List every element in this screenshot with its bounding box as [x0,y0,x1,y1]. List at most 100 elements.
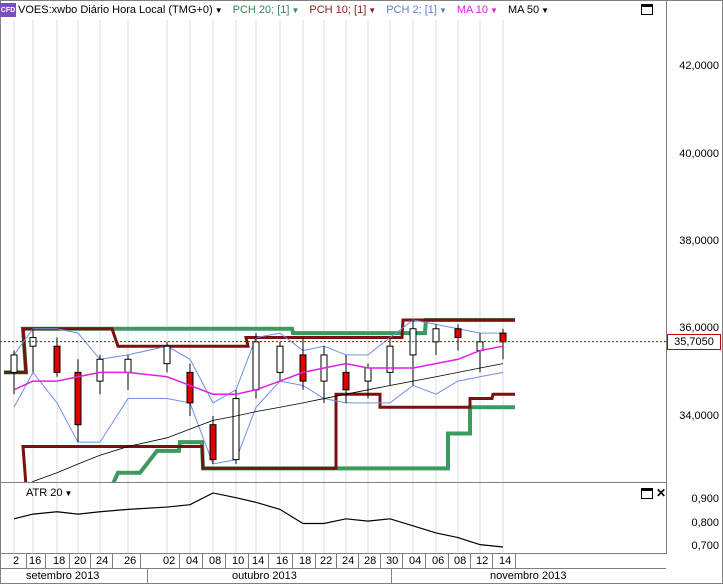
price-tick: 42,0000 [679,60,719,72]
chevron-down-icon: ▼ [291,5,300,15]
price-chart [0,20,666,482]
instrument-label: VOES:xwbo Diário Hora Local (TMG+0) [18,4,213,16]
day-separator [380,554,381,568]
day-tick: 04 [186,555,199,567]
day-tick: 08 [209,555,222,567]
chevron-down-icon: ▼ [214,5,223,15]
indicator-ma50[interactable]: MA 50 ▼ [508,4,549,16]
price-tick: 36,0000 [679,322,719,334]
candle-body [124,358,132,373]
day-tick: 30 [386,555,399,567]
candle-body [454,328,462,338]
month-axis: setembro 2013 outubro 2013 novembro 2013 [0,569,666,583]
day-tick: 22 [320,555,333,567]
indicator-label: MA 50 [507,4,540,16]
atr-chart [13,483,504,553]
day-tick: 14 [252,555,265,567]
candle-body [232,398,240,461]
candle-body [252,341,260,391]
candle-body [163,345,171,365]
candle-body [499,332,507,343]
chevron-down-icon: ▼ [64,488,73,498]
atr-tick: 0,700 [691,540,719,552]
day-separator [515,554,516,568]
time-axis[interactable]: 2 16 18 20 24 26 02 04 08 10 14 16 18 22 24 28 30 04 06 08 1… [0,554,666,569]
atr-tick: 0,800 [691,517,719,529]
day-separator [112,554,113,568]
day-tick: 14 [499,555,512,567]
atr-selector[interactable]: ATR 20 ▼ [26,487,72,499]
candle-body [276,345,284,373]
cfd-badge-icon: CFD [0,3,16,17]
maximize-pane-icon[interactable] [641,488,653,499]
instrument-selector[interactable]: VOES:xwbo Diário Hora Local (TMG+0) ▼ [18,4,223,16]
price-tick: 38,0000 [679,235,719,247]
candle-body [209,424,217,461]
chevron-down-icon: ▼ [368,5,377,15]
day-separator [90,554,91,568]
candle-body [53,345,61,373]
candle-body [432,328,440,343]
day-separator [268,554,269,568]
day-tick: 16 [29,555,42,567]
day-tick: 26 [124,555,137,567]
day-tick: 24 [342,555,355,567]
day-tick: 18 [299,555,312,567]
day-separator [225,554,226,568]
price-axis[interactable]: 42,0000 40,0000 38,0000 36,0000 34,0000 [667,0,723,482]
close-icon[interactable]: ✕ [656,487,666,499]
atr-line [13,492,504,548]
month-separator [391,569,392,583]
atr-label: ATR 20 [26,487,63,499]
day-separator [292,554,293,568]
month-label: setembro 2013 [26,570,100,582]
chart-legend: CFD VOES:xwbo Diário Hora Local (TMG+0) ▼… [0,2,559,18]
indicator-pch20[interactable]: PCH 20; [1] ▼ [233,4,300,16]
chevron-down-icon: ▼ [438,5,447,15]
day-separator [358,554,359,568]
day-separator [26,554,27,568]
day-tick: 24 [96,555,109,567]
day-tick: 04 [409,555,422,567]
current-price-label: 35,7050 [667,334,721,350]
day-tick: 18 [53,555,66,567]
chevron-down-icon: ▼ [541,5,550,15]
day-separator [45,554,46,568]
day-tick: 08 [454,555,467,567]
month-label: novembro 2013 [490,570,567,582]
price-tick: 34,0000 [679,410,719,422]
price-tick: 40,0000 [679,148,719,160]
candle-body [10,354,18,373]
day-separator [448,554,449,568]
indicator-label: PCH 20; [1] [232,4,290,16]
day-separator [336,554,337,568]
day-separator [470,554,471,568]
indicator-label: PCH 10; [1] [309,4,367,16]
day-separator [69,554,70,568]
candle-body [342,371,350,391]
day-separator [425,554,426,568]
day-tick: 02 [163,555,176,567]
indicator-ma10[interactable]: MA 10 ▼ [457,4,498,16]
candle-body [299,354,307,382]
day-tick: 16 [276,555,289,567]
month-separator [147,569,148,583]
month-label: outubro 2013 [232,570,297,582]
day-separator [248,554,249,568]
day-tick: 06 [432,555,445,567]
day-tick: 28 [364,555,377,567]
atr-axis[interactable]: 0,900 0,800 0,700 [667,483,723,553]
day-separator [402,554,403,568]
indicator-pch2[interactable]: PCH 2; [1] ▼ [386,4,447,16]
day-separator [140,554,141,568]
day-tick: 12 [476,555,489,567]
day-separator [315,554,316,568]
indicator-pch10[interactable]: PCH 10; [1] ▼ [309,4,376,16]
day-separator [492,554,493,568]
day-tick: 20 [74,555,87,567]
candle-body [186,371,194,404]
candle-body [364,367,372,382]
atr-tick: 0,900 [691,493,719,505]
indicator-label: PCH 2; [1] [386,4,437,16]
maximize-pane-icon[interactable] [641,4,653,15]
